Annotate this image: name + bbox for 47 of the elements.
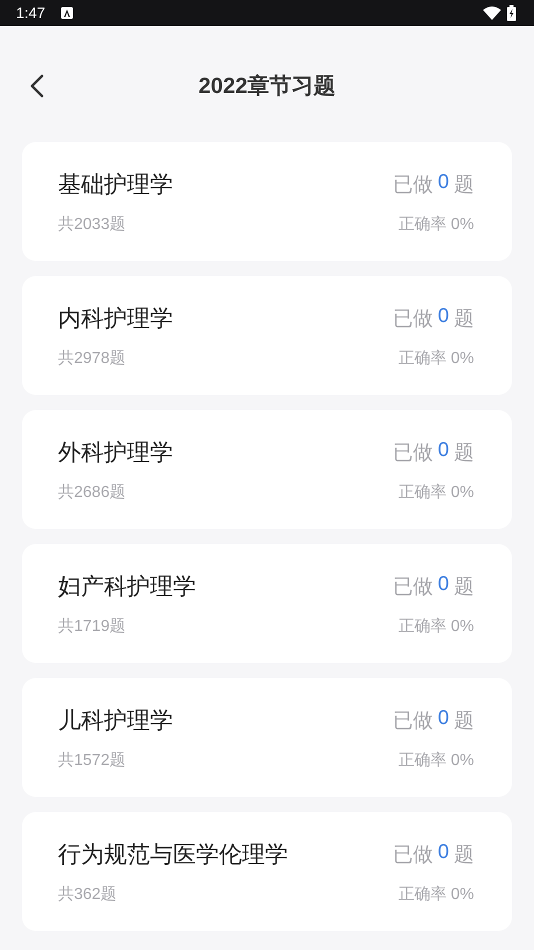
chapter-name: 内科护理学 xyxy=(58,304,173,332)
battery-icon xyxy=(507,5,516,21)
status-time: 1:47 xyxy=(16,4,46,22)
done-label: 已做 xyxy=(392,306,433,332)
question-total: 共1719题 xyxy=(58,616,126,636)
chapter-name: 行为规范与医学伦理学 xyxy=(58,840,288,868)
question-total: 共2686题 xyxy=(58,482,126,502)
chapter-name: 基础护理学 xyxy=(58,170,173,198)
question-total: 共362题 xyxy=(58,884,117,904)
done-unit: 题 xyxy=(454,172,474,198)
done-label: 已做 xyxy=(392,172,433,198)
page-title: 2022章节习题 xyxy=(198,72,336,100)
question-total: 共2033题 xyxy=(58,214,126,234)
done-unit: 题 xyxy=(454,842,474,868)
done-count: 0 xyxy=(438,304,449,328)
done-label: 已做 xyxy=(392,842,433,868)
done-label: 已做 xyxy=(392,440,433,466)
done-count: 0 xyxy=(438,572,449,596)
done-unit: 题 xyxy=(454,440,474,466)
notification-icon xyxy=(61,7,74,19)
chapter-name: 妇产科护理学 xyxy=(58,572,196,600)
wifi-icon xyxy=(483,6,501,20)
accuracy-rate: 正确率 0% xyxy=(398,482,474,502)
chapter-card[interactable]: 外科护理学 已做 0 题 共2686题 正确率 0% xyxy=(22,410,512,529)
accuracy-rate: 正确率 0% xyxy=(398,348,474,368)
done-unit: 题 xyxy=(454,306,474,332)
done-count: 0 xyxy=(438,840,449,864)
accuracy-rate: 正确率 0% xyxy=(398,214,474,234)
done-label: 已做 xyxy=(392,708,433,734)
done-count: 0 xyxy=(438,438,449,462)
accuracy-rate: 正确率 0% xyxy=(398,616,474,636)
accuracy-rate: 正确率 0% xyxy=(398,750,474,770)
chapter-card[interactable]: 内科护理学 已做 0 题 共2978题 正确率 0% xyxy=(22,276,512,395)
done-count: 0 xyxy=(438,706,449,730)
done-label: 已做 xyxy=(392,574,433,600)
accuracy-rate: 正确率 0% xyxy=(398,884,474,904)
chapter-name: 外科护理学 xyxy=(58,438,173,466)
chapter-card[interactable]: 行为规范与医学伦理学 已做 0 题 共362题 正确率 0% xyxy=(22,812,512,931)
done-count: 0 xyxy=(438,170,449,194)
done-unit: 题 xyxy=(454,708,474,734)
chapter-card[interactable]: 基础护理学 已做 0 题 共2033题 正确率 0% xyxy=(22,142,512,261)
chapter-card[interactable]: 妇产科护理学 已做 0 题 共1719题 正确率 0% xyxy=(22,544,512,663)
done-unit: 题 xyxy=(454,574,474,600)
chapter-card[interactable]: 儿科护理学 已做 0 题 共1572题 正确率 0% xyxy=(22,678,512,797)
chapter-name: 儿科护理学 xyxy=(58,706,173,734)
question-total: 共1572题 xyxy=(58,750,126,770)
question-total: 共2978题 xyxy=(58,348,126,368)
